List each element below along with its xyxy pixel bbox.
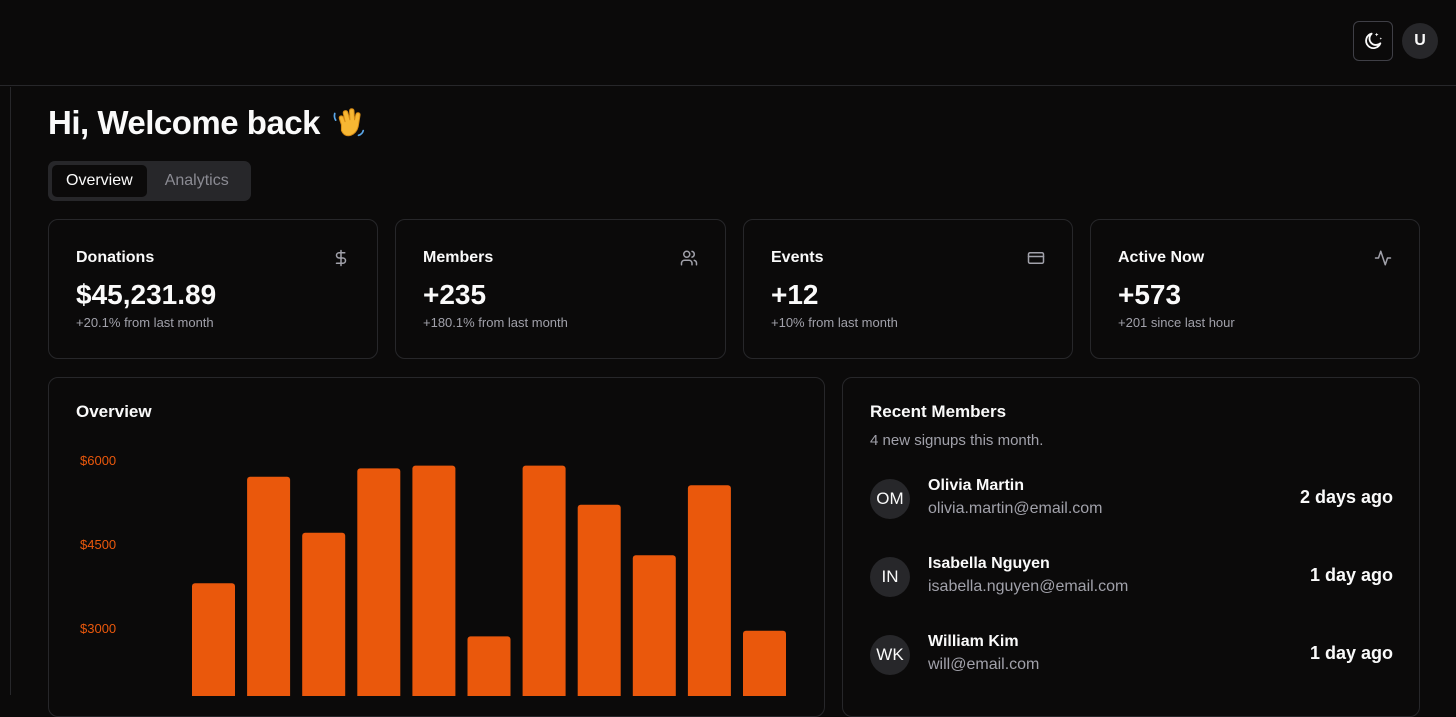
stat-value: +235 [423, 279, 487, 310]
chart-bar[interactable] [522, 465, 566, 696]
top-bar [0, 0, 1456, 86]
view-tabs: Overview Analytics [48, 161, 251, 201]
stat-change: +20.1% from last month [76, 315, 214, 330]
stat-title: Active Now [1118, 249, 1205, 266]
user-avatar-button[interactable]: U [1402, 23, 1438, 59]
tab-overview[interactable]: Overview [52, 165, 147, 197]
member-joined-time: 2 days ago [1299, 487, 1393, 507]
stat-title: Members [423, 249, 494, 266]
y-tick-label: $4500 [80, 537, 116, 552]
member-name: William Kim [928, 633, 1019, 650]
stat-change: +201 since last hour [1118, 315, 1235, 330]
chart-bar[interactable] [632, 555, 676, 696]
recent-members-card: Recent Members 4 new signups this month.… [842, 377, 1420, 717]
page-greeting: Hi, Welcome back [48, 102, 368, 144]
stat-card-members: Members +235 +180.1% from last month [395, 219, 726, 359]
member-avatar: OM [870, 479, 910, 519]
member-email: will@email.com [928, 656, 1040, 673]
member-avatar: WK [870, 635, 910, 675]
stat-change: +180.1% from last month [423, 315, 568, 330]
stat-card-donations: Donations $45,231.89 +20.1% from last mo… [48, 219, 378, 359]
member-row[interactable]: OM Olivia Martin olivia.martin@email.com… [870, 477, 1393, 525]
user-initial: U [1414, 32, 1426, 49]
chart-bar[interactable] [412, 465, 456, 696]
chart-bar[interactable] [467, 636, 511, 696]
stat-value: +12 [771, 279, 819, 310]
users-icon [680, 250, 698, 266]
member-row[interactable]: WK William Kim will@email.com 1 day ago [870, 633, 1393, 681]
overview-bar-chart: $6000 $4500 $3000 [80, 453, 786, 696]
member-avatar: IN [870, 557, 910, 597]
recent-members-title: Recent Members [870, 402, 1007, 421]
member-email: olivia.martin@email.com [928, 500, 1103, 517]
y-tick-label: $3000 [80, 621, 116, 636]
member-name: Olivia Martin [928, 477, 1025, 494]
sidebar-divider [10, 87, 11, 695]
stat-value: +573 [1118, 279, 1182, 310]
stat-card-events: Events +12 +10% from last month [743, 219, 1073, 359]
chart-bar[interactable] [247, 476, 291, 696]
chart-bar[interactable] [302, 532, 346, 696]
theme-toggle-button[interactable] [1353, 21, 1393, 61]
chart-bar[interactable] [577, 504, 621, 696]
tab-analytics[interactable]: Analytics [151, 165, 243, 197]
waving-hand-icon [333, 108, 365, 137]
chart-bar[interactable] [357, 468, 401, 696]
member-name: Isabella Nguyen [928, 555, 1050, 572]
member-email: isabella.nguyen@email.com [928, 578, 1129, 595]
stat-change: +10% from last month [771, 315, 898, 330]
stat-title: Donations [76, 249, 155, 266]
chart-bar[interactable] [687, 485, 731, 696]
member-joined-time: 1 day ago [1309, 565, 1393, 585]
credit-card-icon [1027, 252, 1045, 264]
moon-stars-icon [1365, 32, 1382, 50]
stat-card-active-now: Active Now +573 +201 since last hour [1090, 219, 1420, 359]
member-row[interactable]: IN Isabella Nguyen isabella.nguyen@email… [870, 555, 1393, 603]
activity-icon [1374, 250, 1392, 266]
member-joined-time: 1 day ago [1309, 643, 1393, 663]
dollar-icon [335, 249, 347, 267]
greeting-text: Hi, Welcome back [48, 104, 321, 141]
chart-bar[interactable] [192, 583, 235, 696]
chart-bar[interactable] [743, 630, 786, 696]
y-tick-label: $6000 [80, 453, 116, 468]
stat-value: $45,231.89 [76, 279, 217, 310]
recent-members-subtitle: 4 new signups this month. [870, 432, 1044, 449]
overview-chart-card: Overview $6000 $4500 $3000 [48, 377, 825, 717]
stat-title: Events [771, 249, 824, 266]
